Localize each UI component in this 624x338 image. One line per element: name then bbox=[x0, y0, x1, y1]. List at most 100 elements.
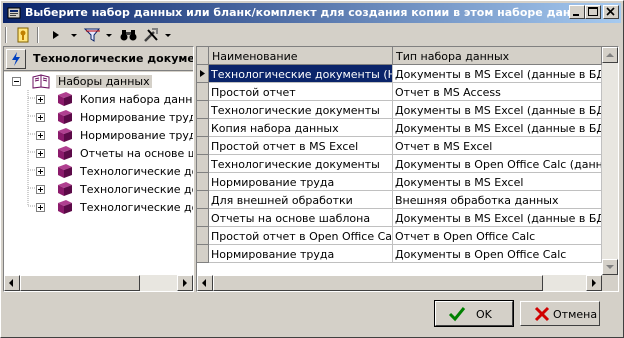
column-header-type[interactable]: Тип набора данных bbox=[393, 47, 602, 65]
table-row[interactable]: Отчеты на основе шаблона Документы в MS … bbox=[197, 209, 602, 227]
ok-button[interactable]: OK bbox=[434, 300, 514, 327]
expand-icon[interactable] bbox=[36, 131, 45, 140]
tree-root[interactable]: Наборы данных bbox=[4, 72, 193, 90]
title-bar[interactable]: Выберите набор данных или бланк/комплект… bbox=[3, 3, 621, 23]
close-icon bbox=[606, 7, 615, 16]
cell-name[interactable]: Отчеты на основе шаблона bbox=[209, 209, 393, 227]
cell-type[interactable]: Документы в MS Excel (данные в БД) bbox=[393, 119, 602, 137]
cell-type[interactable]: Внешняя обработка данных bbox=[393, 191, 602, 209]
row-indicator[interactable] bbox=[197, 101, 209, 119]
collapse-icon[interactable] bbox=[12, 77, 21, 86]
cell-name[interactable]: Простой отчет в MS Excel bbox=[209, 137, 393, 155]
column-header-name[interactable]: Наименование bbox=[209, 47, 393, 65]
scroll-left-button[interactable] bbox=[4, 275, 20, 291]
tree-horizontal-scrollbar[interactable] bbox=[4, 275, 193, 291]
tree-item[interactable]: Технологические документы bbox=[4, 198, 193, 216]
table-row[interactable]: Нормирование труда Документы в MS Excel bbox=[197, 173, 602, 191]
tree-item[interactable]: Нормирование труда bbox=[4, 108, 193, 126]
chevron-down-icon[interactable] bbox=[163, 26, 173, 44]
tree-item[interactable]: Копия набора данных bbox=[4, 90, 193, 108]
grid-horizontal-scrollbar[interactable] bbox=[197, 275, 602, 291]
cell-type[interactable]: Отчет в Open Office Calc bbox=[393, 227, 602, 245]
row-indicator[interactable] bbox=[197, 137, 209, 155]
data-grid[interactable]: Наименование Тип набора данных Технологи… bbox=[197, 47, 602, 265]
arrow-left-icon bbox=[9, 279, 13, 287]
row-indicator[interactable] bbox=[197, 83, 209, 101]
row-indicator[interactable] bbox=[197, 155, 209, 173]
table-row[interactable]: Для внешней обработки Внешняя обработка … bbox=[197, 191, 602, 209]
table-row[interactable]: Простой отчет в Open Office Calc Отчет в… bbox=[197, 227, 602, 245]
tree-view[interactable]: Наборы данных Копия набора данных Нормир… bbox=[4, 72, 193, 275]
cell-type[interactable]: Документы в Open Office Calc (данные в Б… bbox=[393, 155, 602, 173]
scroll-down-button[interactable] bbox=[602, 259, 618, 275]
cell-name[interactable]: Технологические документы (НД) bbox=[209, 65, 393, 83]
chevron-down-icon[interactable] bbox=[69, 26, 79, 44]
scroll-thumb[interactable] bbox=[213, 275, 543, 291]
cell-name[interactable]: Технологические документы bbox=[209, 101, 393, 119]
cell-name[interactable]: Нормирование труда bbox=[209, 173, 393, 191]
open-book-icon bbox=[32, 74, 50, 89]
grid-vertical-scrollbar[interactable] bbox=[602, 47, 618, 275]
row-indicator[interactable] bbox=[197, 119, 209, 137]
table-row[interactable]: Технологические документы Документы в Op… bbox=[197, 155, 602, 173]
row-indicator[interactable] bbox=[197, 191, 209, 209]
close-button[interactable] bbox=[603, 5, 619, 19]
cell-type[interactable]: Документы в MS Excel bbox=[393, 173, 602, 191]
cancel-button[interactable]: Отмена bbox=[520, 301, 600, 326]
row-indicator[interactable] bbox=[197, 173, 209, 191]
tools-icon[interactable] bbox=[142, 26, 162, 44]
expand-icon[interactable] bbox=[36, 167, 45, 176]
cell-type[interactable]: Документы в MS Excel (данные в БД и шабл… bbox=[393, 209, 602, 227]
arrow-left-icon bbox=[202, 279, 206, 287]
tree-item-label: Отчеты на основе шаблона bbox=[80, 147, 193, 160]
cell-type[interactable]: Отчет в MS Excel bbox=[393, 137, 602, 155]
expand-icon[interactable] bbox=[36, 113, 45, 122]
row-indicator[interactable] bbox=[197, 65, 209, 83]
cell-type[interactable]: Документы в MS Excel (данные в БД) bbox=[393, 101, 602, 119]
book-icon bbox=[58, 128, 72, 142]
table-row[interactable]: Копия набора данных Документы в MS Excel… bbox=[197, 119, 602, 137]
maximize-button[interactable] bbox=[585, 5, 601, 19]
expand-icon[interactable] bbox=[36, 203, 45, 212]
cell-name[interactable]: Нормирование труда bbox=[209, 245, 393, 263]
table-row[interactable]: Технологические документы Документы в MS… bbox=[197, 101, 602, 119]
scroll-left-button[interactable] bbox=[197, 275, 213, 291]
book-icon bbox=[58, 110, 72, 124]
scroll-thumb[interactable] bbox=[20, 275, 140, 291]
scroll-up-button[interactable] bbox=[602, 47, 618, 63]
expand-icon[interactable] bbox=[36, 149, 45, 158]
tree-item[interactable]: Технологические документы bbox=[4, 180, 193, 198]
expand-icon[interactable] bbox=[36, 95, 45, 104]
row-indicator[interactable] bbox=[197, 209, 209, 227]
table-row[interactable]: Нормирование труда Документы в Open Offi… bbox=[197, 245, 602, 263]
cell-type[interactable]: Отчет в MS Access bbox=[393, 83, 602, 101]
panel-menu-button[interactable] bbox=[6, 49, 26, 69]
table-row[interactable]: Технологические документы (НД) Документы… bbox=[197, 65, 602, 83]
table-row[interactable]: Простой отчет в MS Excel Отчет в MS Exce… bbox=[197, 137, 602, 155]
table-row[interactable]: Простой отчет Отчет в MS Access bbox=[197, 83, 602, 101]
grid-corner-header bbox=[197, 47, 209, 65]
binoculars-icon[interactable] bbox=[119, 26, 139, 44]
minimize-button[interactable] bbox=[569, 5, 585, 19]
cell-name[interactable]: Простой отчет в Open Office Calc bbox=[209, 227, 393, 245]
cell-type[interactable]: Документы в Open Office Calc bbox=[393, 245, 602, 263]
expand-icon[interactable] bbox=[36, 185, 45, 194]
left-panel-header: Технологические документы bbox=[4, 47, 193, 71]
tree-item[interactable]: Нормирование труда bbox=[4, 126, 193, 144]
play-icon[interactable] bbox=[49, 26, 63, 44]
row-indicator[interactable] bbox=[197, 227, 209, 245]
cell-name[interactable]: Простой отчет bbox=[209, 83, 393, 101]
scroll-right-button[interactable] bbox=[177, 275, 193, 291]
row-indicator[interactable] bbox=[197, 245, 209, 263]
chevron-down-icon[interactable] bbox=[104, 26, 114, 44]
tree-item[interactable]: Технологические документы bbox=[4, 162, 193, 180]
tree-item[interactable]: Отчеты на основе шаблона bbox=[4, 144, 193, 162]
left-panel-title: Технологические документы bbox=[33, 52, 193, 65]
cell-type[interactable]: Документы в MS Excel (данные в БД) bbox=[393, 65, 602, 83]
scroll-right-button[interactable] bbox=[586, 275, 602, 291]
cell-name[interactable]: Копия набора данных bbox=[209, 119, 393, 137]
cell-name[interactable]: Технологические документы bbox=[209, 155, 393, 173]
filter-icon[interactable] bbox=[83, 26, 103, 44]
cell-name[interactable]: Для внешней обработки bbox=[209, 191, 393, 209]
key-icon[interactable] bbox=[15, 26, 33, 44]
